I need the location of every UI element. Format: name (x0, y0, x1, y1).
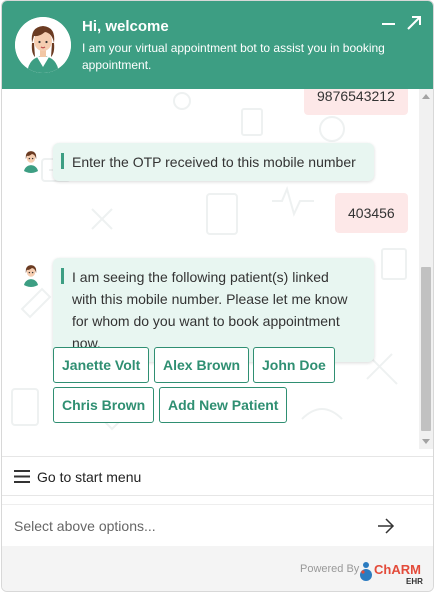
start-menu-label: Go to start menu (37, 469, 142, 485)
bot-avatar-large (15, 17, 71, 73)
user-message-text: 403456 (348, 205, 395, 221)
chat-header: Hi, welcome I am your virtual appointmen… (2, 1, 433, 89)
option-button-add-new-patient[interactable]: Add New Patient (159, 387, 288, 423)
logo-text: ChARM (374, 562, 421, 577)
bot-avatar (18, 261, 44, 287)
header-subtitle: I am your virtual appointment bot to ass… (82, 41, 385, 72)
chat-messages[interactable]: 9876543212 Enter the OTP received to thi… (2, 89, 433, 449)
start-menu-button[interactable]: Go to start menu (2, 456, 433, 496)
send-arrow-icon[interactable] (376, 517, 396, 535)
expand-icon[interactable] (404, 13, 424, 33)
scroll-down-icon[interactable] (422, 439, 430, 444)
chat-widget: Hi, welcome I am your virtual appointmen… (1, 0, 434, 592)
hamburger-menu-icon (14, 470, 30, 483)
scrollbar-thumb[interactable] (421, 267, 431, 431)
scroll-up-icon[interactable] (422, 94, 430, 99)
chat-scrollbar[interactable] (419, 89, 433, 449)
charm-ehr-logo: ChARM EHR (360, 562, 423, 586)
bot-message-text: Enter the OTP received to this mobile nu… (72, 154, 356, 170)
user-message-text: 9876543212 (317, 89, 395, 104)
bot-avatar (18, 147, 44, 173)
option-button-alex-brown[interactable]: Alex Brown (154, 347, 250, 383)
minimize-icon[interactable] (379, 13, 399, 33)
option-button-chris-brown[interactable]: Chris Brown (53, 387, 155, 423)
bot-message-text: I am seeing the following patient(s) lin… (72, 269, 348, 351)
user-message: 403456 (335, 193, 408, 233)
powered-by-text: Powered By (300, 563, 360, 575)
message-input-row (2, 504, 433, 547)
logo-subtext: EHR (406, 577, 423, 586)
option-button-janette-volt[interactable]: Janette Volt (53, 347, 150, 383)
bot-message: Enter the OTP received to this mobile nu… (53, 143, 374, 181)
message-input[interactable] (2, 505, 362, 547)
option-button-john-doe[interactable]: John Doe (253, 347, 335, 383)
user-message: 9876543212 (304, 89, 408, 115)
powered-by-footer: Powered By ChARM EHR (2, 546, 433, 591)
header-title: Hi, welcome (82, 18, 169, 35)
